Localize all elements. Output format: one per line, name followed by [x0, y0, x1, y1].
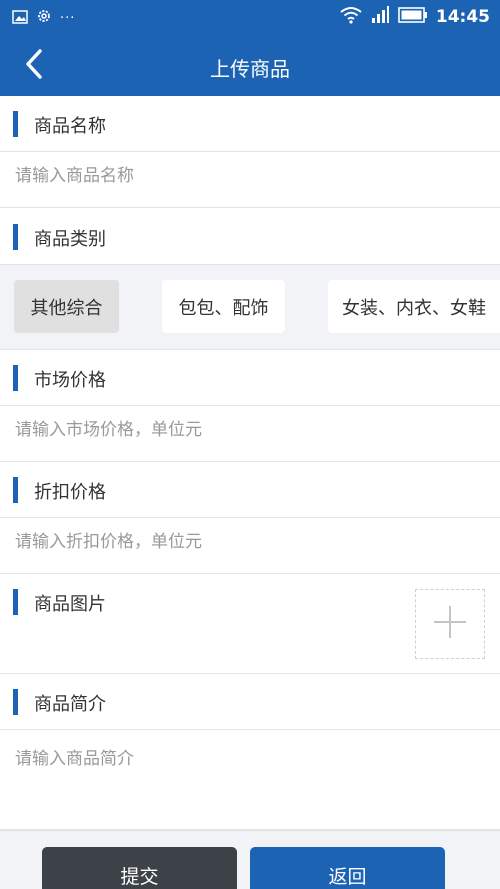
- section-name: 商品名称: [0, 96, 500, 152]
- section-accent-bar: [13, 111, 18, 137]
- plus-icon: [432, 604, 468, 644]
- status-right-icons: 14:45: [340, 6, 490, 28]
- wifi-icon: [340, 6, 362, 28]
- market-price-input[interactable]: [15, 420, 485, 440]
- market-price-field-row: [0, 406, 500, 462]
- description-field-row: [0, 730, 500, 830]
- category-chip-other[interactable]: 其他综合: [14, 280, 119, 333]
- category-chip-womenswear[interactable]: 女装、内衣、女鞋: [328, 280, 500, 333]
- section-label-description: 商品简介: [34, 694, 106, 715]
- description-textarea[interactable]: [15, 744, 485, 819]
- section-accent-bar: [13, 477, 18, 503]
- action-bar: 提交 返回: [0, 830, 500, 889]
- discount-price-input[interactable]: [15, 532, 485, 552]
- section-discount-price: 折扣价格: [0, 462, 500, 518]
- section-description: 商品简介: [0, 674, 500, 730]
- section-market-price: 市场价格: [0, 350, 500, 406]
- section-label-market-price: 市场价格: [34, 370, 106, 391]
- return-button[interactable]: 返回: [250, 847, 445, 889]
- status-left-icons: ···: [12, 8, 75, 28]
- overflow-indicator: ···: [60, 10, 76, 26]
- battery-icon: [398, 7, 428, 27]
- category-chip-bags[interactable]: 包包、配饰: [162, 280, 285, 333]
- section-accent-bar: [13, 689, 18, 715]
- signal-icon: [370, 6, 390, 28]
- category-selector: 其他综合 包包、配饰 女装、内衣、女鞋: [0, 265, 500, 350]
- status-bar: ··· 14:45: [0, 0, 500, 34]
- section-accent-bar: [13, 589, 18, 615]
- status-time: 14:45: [435, 7, 490, 27]
- section-accent-bar: [13, 365, 18, 391]
- section-accent-bar: [13, 224, 18, 250]
- settings-icon: [36, 8, 52, 28]
- page-title: 上传商品: [210, 57, 290, 81]
- section-label-name: 商品名称: [34, 116, 106, 137]
- section-label-category: 商品类别: [34, 229, 106, 250]
- product-name-input[interactable]: [15, 166, 485, 186]
- image-icon: [12, 9, 28, 28]
- add-image-button[interactable]: [415, 589, 485, 659]
- section-label-image: 商品图片: [34, 594, 106, 615]
- submit-button[interactable]: 提交: [42, 847, 237, 889]
- section-label-discount-price: 折扣价格: [34, 482, 106, 503]
- app-bar: 上传商品: [0, 34, 500, 96]
- name-field-row: [0, 152, 500, 208]
- section-category: 商品类别: [0, 209, 500, 265]
- discount-price-field-row: [0, 518, 500, 574]
